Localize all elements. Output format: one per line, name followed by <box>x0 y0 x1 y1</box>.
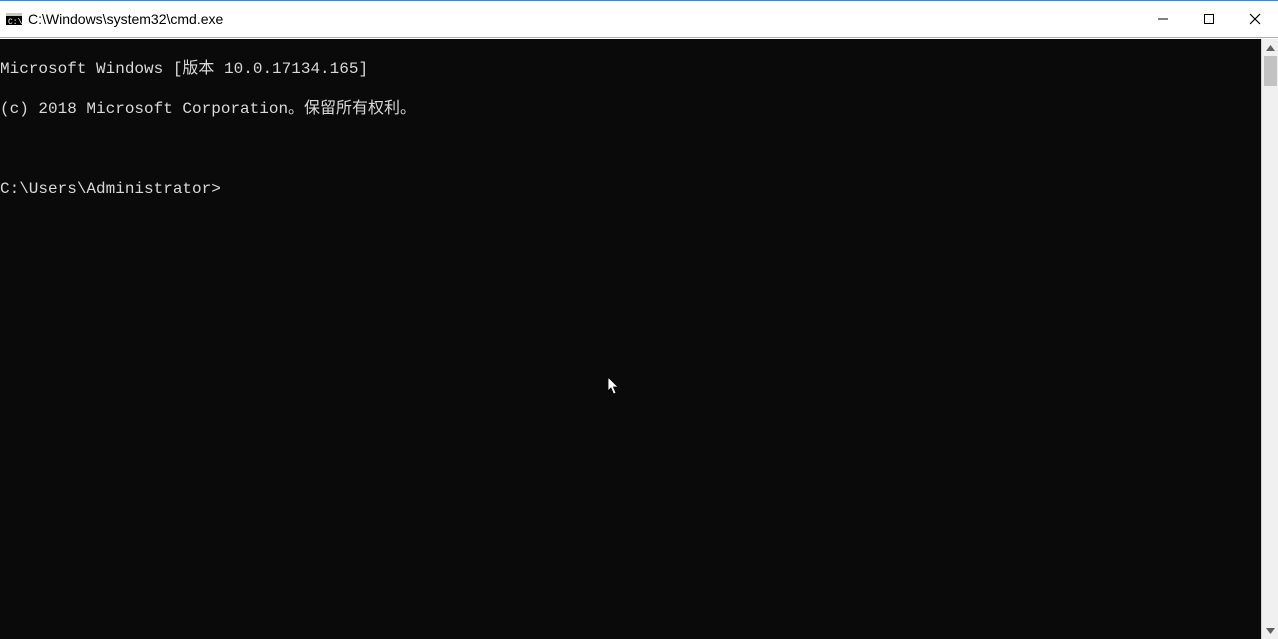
console-prompt: C:\Users\Administrator> <box>0 179 1261 199</box>
close-button[interactable] <box>1232 1 1278 37</box>
cmd-app-icon: C:\ <box>6 11 22 27</box>
minimize-button[interactable] <box>1140 1 1186 37</box>
window-title: C:\Windows\system32\cmd.exe <box>28 1 223 38</box>
vertical-scrollbar[interactable] <box>1261 39 1278 639</box>
console-line <box>0 139 1261 159</box>
console-line: Microsoft Windows [版本 10.0.17134.165] <box>0 59 1261 79</box>
svg-text:C:\: C:\ <box>8 18 22 27</box>
console-line: (c) 2018 Microsoft Corporation。保留所有权利。 <box>0 99 1261 119</box>
scroll-up-arrow-icon[interactable] <box>1262 39 1278 56</box>
console-output[interactable]: Microsoft Windows [版本 10.0.17134.165] (c… <box>0 39 1261 639</box>
window-titlebar[interactable]: C:\ C:\Windows\system32\cmd.exe <box>0 1 1278 38</box>
window-controls <box>1140 1 1278 38</box>
scroll-thumb[interactable] <box>1264 56 1277 86</box>
scroll-down-arrow-icon[interactable] <box>1262 622 1278 639</box>
console-area: Microsoft Windows [版本 10.0.17134.165] (c… <box>0 39 1278 639</box>
maximize-button[interactable] <box>1186 1 1232 37</box>
